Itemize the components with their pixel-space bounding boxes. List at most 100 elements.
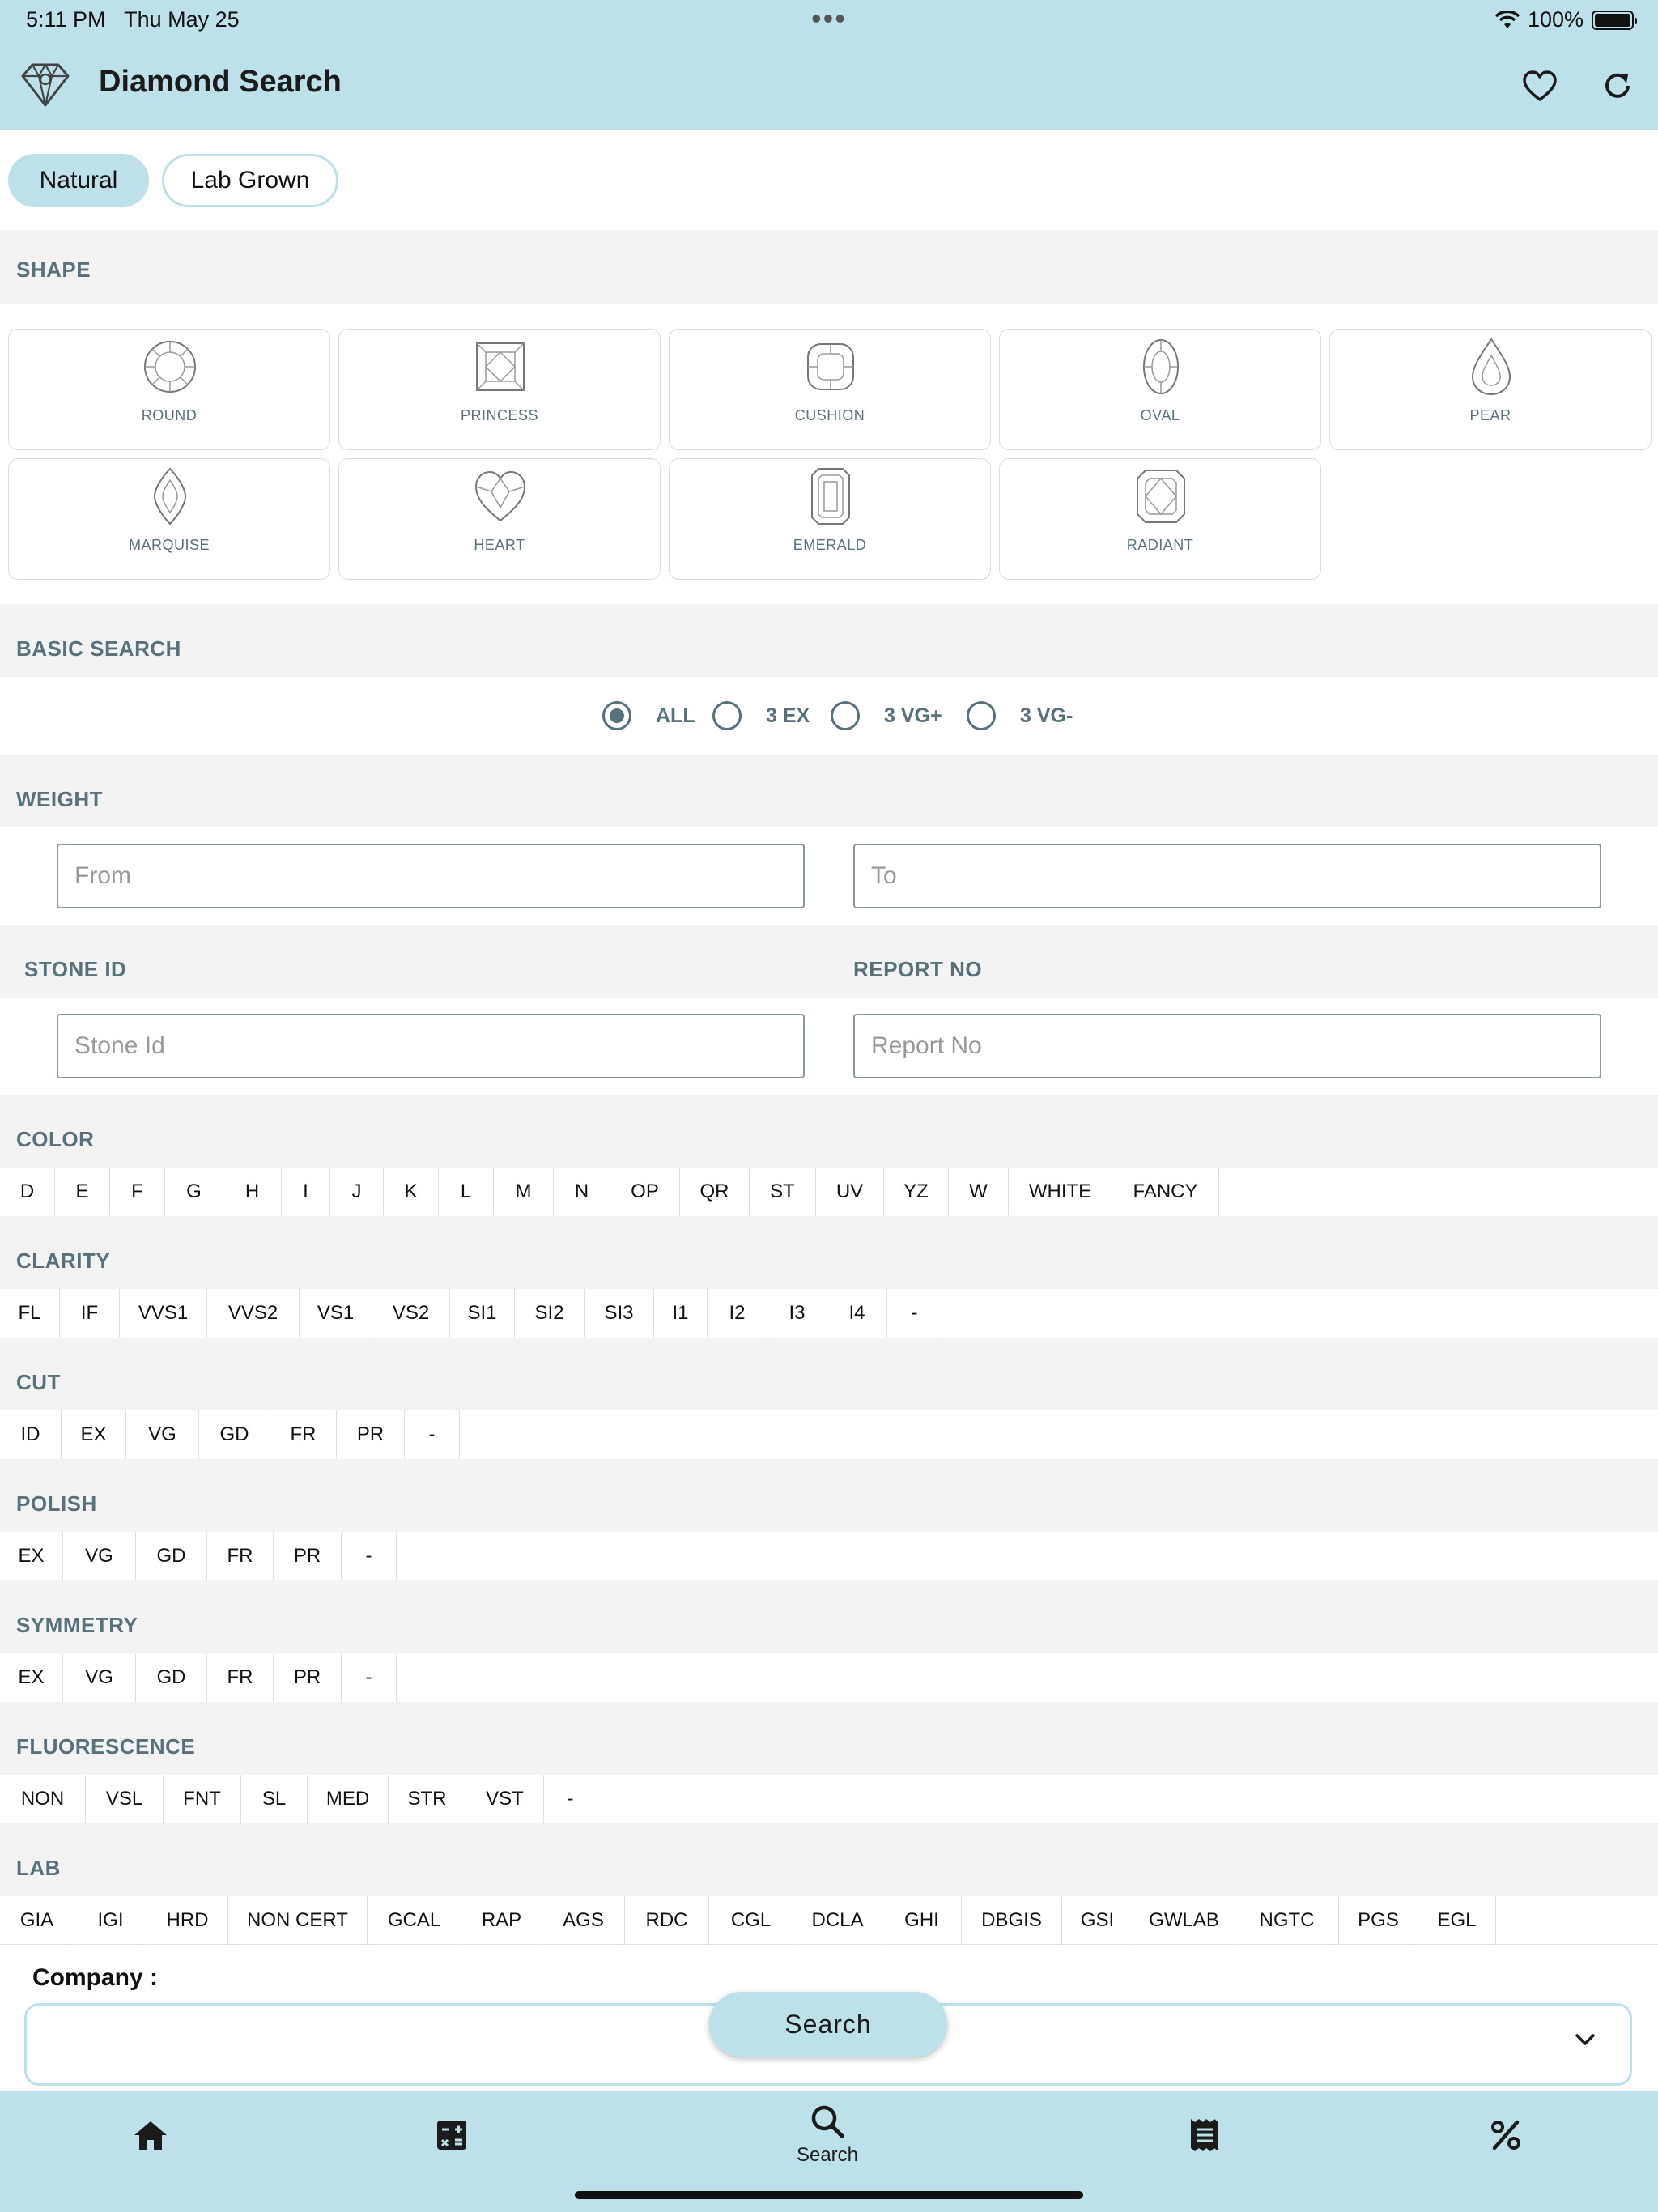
chip-color[interactable]: FANCY xyxy=(1112,1168,1219,1216)
chip-lab[interactable]: HRD xyxy=(147,1896,228,1945)
home-indicator[interactable] xyxy=(575,2191,1083,2199)
chip-lab[interactable]: NGTC xyxy=(1235,1896,1339,1945)
weight-from-input[interactable]: From xyxy=(57,844,805,908)
chip-color[interactable]: E xyxy=(55,1168,110,1216)
chip-fluorescence[interactable]: - xyxy=(544,1775,597,1823)
chip-color[interactable]: QR xyxy=(680,1168,750,1216)
chip-lab[interactable]: RAP xyxy=(461,1896,542,1945)
chip-polish[interactable]: FR xyxy=(207,1532,274,1580)
chip-color[interactable]: D xyxy=(0,1168,55,1216)
chip-fluorescence[interactable]: VSL xyxy=(86,1775,164,1823)
radio-3vg-plus[interactable] xyxy=(831,701,860,730)
chip-color[interactable]: OP xyxy=(610,1168,680,1216)
search-button[interactable]: Search xyxy=(709,1992,947,2057)
chip-lab[interactable]: AGS xyxy=(542,1896,625,1945)
chip-symmetry[interactable]: PR xyxy=(274,1653,342,1702)
chip-clarity[interactable]: SI2 xyxy=(515,1289,585,1338)
nav-search[interactable]: Search xyxy=(746,2091,908,2180)
chip-fluorescence[interactable]: VST xyxy=(466,1775,544,1823)
shape-cushion[interactable]: CUSHION xyxy=(669,329,991,450)
weight-to-input[interactable]: To xyxy=(853,844,1601,908)
chip-polish[interactable]: PR xyxy=(274,1532,342,1580)
chip-color[interactable]: F xyxy=(110,1168,165,1216)
chip-color[interactable]: H xyxy=(223,1168,282,1216)
chip-lab[interactable]: RDC xyxy=(625,1896,709,1945)
chip-clarity[interactable]: VS1 xyxy=(300,1289,372,1338)
chip-lab[interactable]: GCAL xyxy=(368,1896,461,1945)
chip-symmetry[interactable]: FR xyxy=(207,1653,274,1702)
chip-polish[interactable]: EX xyxy=(0,1532,63,1580)
favorites-button[interactable] xyxy=(1517,63,1562,108)
shape-marquise[interactable]: MARQUISE xyxy=(8,458,330,580)
chip-lab[interactable]: GSI xyxy=(1062,1896,1133,1945)
chip-fluorescence[interactable]: MED xyxy=(308,1775,389,1823)
chip-fluorescence[interactable]: SL xyxy=(241,1775,308,1823)
chip-clarity[interactable]: VVS2 xyxy=(207,1289,300,1338)
chip-lab[interactable]: CGL xyxy=(709,1896,793,1945)
chip-clarity[interactable]: FL xyxy=(0,1289,60,1338)
chip-color[interactable]: UV xyxy=(816,1168,884,1216)
shape-heart[interactable]: HEART xyxy=(338,458,661,580)
chip-color[interactable]: WHITE xyxy=(1009,1168,1112,1216)
nav-orders[interactable] xyxy=(1124,2091,1286,2180)
radio-3ex[interactable] xyxy=(712,701,742,730)
chip-clarity[interactable]: I3 xyxy=(767,1289,827,1338)
shape-oval[interactable]: OVAL xyxy=(999,329,1321,450)
chip-lab[interactable]: EGL xyxy=(1418,1896,1496,1945)
nav-calculator[interactable] xyxy=(371,2091,533,2180)
chip-color[interactable]: L xyxy=(439,1168,494,1216)
chip-cut[interactable]: ID xyxy=(0,1410,62,1459)
chip-clarity[interactable]: I1 xyxy=(654,1289,708,1338)
chip-cut[interactable]: GD xyxy=(199,1410,270,1459)
chip-color[interactable]: M xyxy=(494,1168,554,1216)
shape-princess[interactable]: PRINCESS xyxy=(338,329,661,450)
chip-color[interactable]: ST xyxy=(750,1168,816,1216)
chip-cut[interactable]: PR xyxy=(337,1410,405,1459)
chip-clarity[interactable]: VS2 xyxy=(372,1289,450,1338)
chip-clarity[interactable]: IF xyxy=(60,1289,120,1338)
chip-cut[interactable]: - xyxy=(405,1410,460,1459)
chip-color[interactable]: G xyxy=(165,1168,223,1216)
chip-lab[interactable]: GWLAB xyxy=(1133,1896,1235,1945)
chip-symmetry[interactable]: GD xyxy=(136,1653,207,1702)
chip-lab[interactable]: DBGIS xyxy=(962,1896,1062,1945)
chip-color[interactable]: YZ xyxy=(884,1168,949,1216)
chip-clarity[interactable]: SI3 xyxy=(585,1289,654,1338)
chip-clarity[interactable]: - xyxy=(887,1289,942,1338)
chip-lab[interactable]: PGS xyxy=(1339,1896,1418,1945)
shape-radiant[interactable]: RADIANT xyxy=(999,458,1321,580)
chip-color[interactable]: W xyxy=(949,1168,1009,1216)
chip-cut[interactable]: FR xyxy=(270,1410,337,1459)
chip-cut[interactable]: EX xyxy=(62,1410,126,1459)
tab-natural[interactable]: Natural xyxy=(8,154,149,207)
chip-symmetry[interactable]: VG xyxy=(63,1653,136,1702)
chip-lab[interactable]: IGI xyxy=(74,1896,147,1945)
chip-color[interactable]: I xyxy=(282,1168,330,1216)
chip-lab[interactable]: DCLA xyxy=(793,1896,882,1945)
radio-3vg-minus[interactable] xyxy=(967,701,996,730)
chip-polish[interactable]: GD xyxy=(136,1532,207,1580)
stone-id-input[interactable]: Stone Id xyxy=(57,1014,805,1078)
chip-color[interactable]: N xyxy=(554,1168,610,1216)
chip-polish[interactable]: VG xyxy=(63,1532,136,1580)
chip-symmetry[interactable]: - xyxy=(342,1653,397,1702)
shape-round[interactable]: ROUND xyxy=(8,329,330,450)
shape-pear[interactable]: PEAR xyxy=(1329,329,1652,450)
chip-lab[interactable]: NON CERT xyxy=(228,1896,368,1945)
chip-symmetry[interactable]: EX xyxy=(0,1653,63,1702)
chip-lab[interactable]: GIA xyxy=(0,1896,74,1945)
chip-polish[interactable]: - xyxy=(342,1532,397,1580)
chip-fluorescence[interactable]: NON xyxy=(0,1775,86,1823)
radio-all[interactable] xyxy=(602,701,631,730)
chip-cut[interactable]: VG xyxy=(126,1410,199,1459)
chip-color[interactable]: K xyxy=(384,1168,439,1216)
chip-clarity[interactable]: SI1 xyxy=(450,1289,515,1338)
tab-lab-grown[interactable]: Lab Grown xyxy=(162,154,338,207)
chip-fluorescence[interactable]: FNT xyxy=(164,1775,241,1823)
shape-emerald[interactable]: EMERALD xyxy=(669,458,991,580)
report-no-input[interactable]: Report No xyxy=(853,1014,1601,1078)
chip-fluorescence[interactable]: STR xyxy=(389,1775,466,1823)
chip-color[interactable]: J xyxy=(330,1168,384,1216)
nav-home[interactable] xyxy=(70,2091,232,2180)
chip-clarity[interactable]: I2 xyxy=(708,1289,767,1338)
